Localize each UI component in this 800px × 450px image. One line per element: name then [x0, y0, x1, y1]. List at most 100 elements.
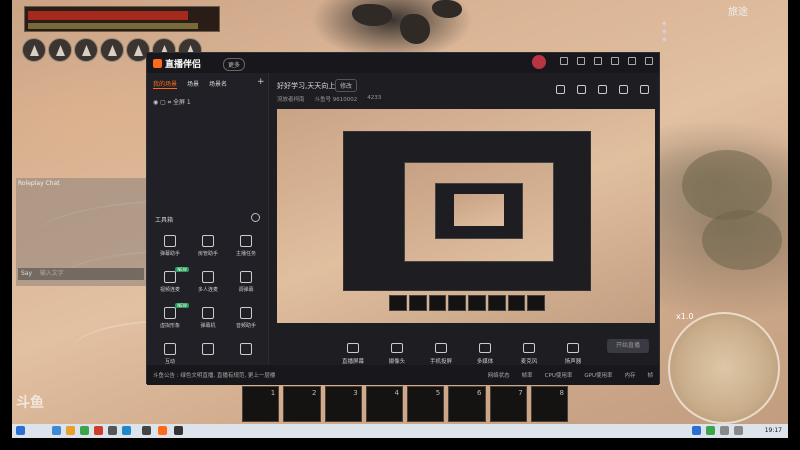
app-icon[interactable] [108, 426, 117, 435]
chat-placeholder: 输入文字 [39, 270, 64, 277]
helmet-icon[interactable] [74, 38, 98, 62]
close-icon[interactable] [645, 57, 653, 65]
scene-item[interactable]: ◉ ▢ ⌗ 全屏 1 [153, 97, 191, 107]
speaker-button[interactable]: 扬声器 [557, 343, 589, 365]
add-scene-icon[interactable]: + [257, 77, 265, 87]
tray-icon[interactable] [692, 426, 701, 435]
douyu-watermark: 斗鱼 [16, 395, 44, 411]
recursive-capture [454, 194, 504, 226]
volume-icon[interactable] [734, 426, 743, 435]
tool-item[interactable] [227, 343, 265, 365]
app-icon[interactable] [122, 426, 131, 435]
camera-button[interactable]: 摄像头 [381, 343, 413, 365]
roleplay-chat-panel[interactable]: Roleplay Chat Say 输入文字 [16, 178, 146, 286]
hotbar-slot[interactable]: 3 [324, 386, 362, 422]
tool-item[interactable]: 音频助手 [227, 307, 265, 329]
tool-item[interactable]: 弹幕机 [189, 307, 227, 329]
skill-icon[interactable] [100, 38, 124, 62]
gift-box-icon[interactable] [556, 85, 565, 94]
hotbar-slot[interactable]: 1 [242, 386, 280, 422]
danmaku-adjust-icon [240, 271, 252, 283]
lock-icon[interactable] [577, 85, 586, 94]
hotbar-slot[interactable]: 8 [530, 386, 568, 422]
clock[interactable]: 19:17 [765, 427, 782, 434]
task-icon [240, 235, 252, 247]
streaming-app-window[interactable]: 直播伴侣 更多 我的场景 场景 场景名 + ◉ ▢ ⌗ 全屏 1 工具箱 弹幕助… [146, 52, 660, 385]
app-icon[interactable] [94, 426, 103, 435]
interact-icon [164, 343, 176, 355]
maximize-icon[interactable] [628, 57, 636, 65]
tool-item[interactable]: 调弹幕 [227, 271, 265, 293]
screen-capture-button[interactable]: 直播屏幕 [337, 343, 369, 365]
tool-item[interactable]: NEW 虚拟形象 [151, 303, 189, 329]
tray-icon[interactable] [706, 426, 715, 435]
avatar[interactable] [532, 55, 546, 69]
gift-icon[interactable] [577, 57, 585, 65]
tool-item[interactable]: 互动 [151, 343, 189, 365]
network-icon[interactable] [720, 426, 729, 435]
notice-text[interactable]: 斗鱼公告 : 绿色文明直播, 直播有规范, 更上一层楼 [153, 371, 275, 379]
tool-item[interactable]: NEW 视频连麦 [151, 267, 189, 293]
chat-title: Roleplay Chat [18, 180, 60, 187]
stream-category[interactable]: 流放者柯南 [277, 95, 305, 103]
share-icon[interactable] [640, 85, 649, 94]
streaming-app-icon[interactable] [158, 426, 167, 435]
tools-toggle-icon[interactable] [251, 213, 260, 222]
tool-label: 音频助手 [235, 323, 256, 329]
game-icon[interactable] [174, 426, 183, 435]
tab-my-scene[interactable]: 我的场景 [153, 79, 178, 89]
phone-icon [435, 343, 447, 353]
armor-icon[interactable] [22, 38, 46, 62]
record-icon[interactable] [598, 85, 607, 94]
tool-item[interactable]: 弹幕助手 [151, 235, 189, 257]
media-button[interactable]: 多媒体 [469, 343, 501, 365]
browser-icon[interactable] [52, 426, 61, 435]
app-icon[interactable] [80, 426, 89, 435]
tool-item[interactable] [189, 343, 227, 365]
health-bar [28, 11, 188, 20]
chat-input[interactable]: Say 输入文字 [18, 268, 144, 280]
tool-item[interactable]: 房管助手 [189, 235, 227, 257]
app-more-tag[interactable]: 更多 [223, 58, 246, 71]
bell-icon[interactable] [619, 85, 628, 94]
avatar-tool-icon [164, 307, 176, 319]
tool-item[interactable]: 多人连麦 [189, 271, 227, 293]
hotbar-slot[interactable]: 4 [365, 386, 403, 422]
stream-heat: 4233 [367, 95, 382, 101]
taskbar: 19:17 [12, 424, 788, 438]
hotbar-slot[interactable]: 7 [489, 386, 527, 422]
stream-title: 好好学习,天天向上 [277, 82, 336, 90]
tool-label: 调弹幕 [238, 287, 254, 293]
stream-meta: 流放者柯南 斗鱼号 9610002 4233 [277, 95, 381, 103]
folder-icon[interactable] [66, 426, 75, 435]
stream-preview[interactable] [277, 109, 655, 323]
tab-scene-name[interactable]: 场景名 [209, 79, 227, 89]
tool-icon [202, 343, 214, 355]
message-icon[interactable] [560, 57, 568, 65]
danmaku-icon [164, 235, 176, 247]
minimize-icon[interactable] [611, 57, 619, 65]
app-titlebar[interactable]: 直播伴侣 更多 [147, 53, 659, 73]
edit-title-button[interactable]: 修改 [335, 79, 358, 92]
minimap[interactable] [668, 312, 780, 424]
menu-icon[interactable] [594, 57, 602, 65]
hotbar-slot[interactable]: 6 [448, 386, 486, 422]
app-icon[interactable] [142, 426, 151, 435]
stamina-bar [28, 23, 198, 29]
camera-icon [391, 343, 403, 353]
hotbar-slot[interactable]: 2 [283, 386, 321, 422]
rock [400, 14, 430, 44]
microphone-button[interactable]: 麦克风 [513, 343, 545, 365]
phone-cast-button[interactable]: 手机投屏 [425, 343, 457, 365]
stream-id: 斗鱼号 9610002 [314, 97, 358, 103]
compass-markers: ◆ ◆ ◆ [662, 20, 667, 43]
stat-cpu: CPU使用率 [544, 373, 573, 379]
chat-channel[interactable]: Say [21, 270, 32, 277]
tools-grid: 弹幕助手 房管助手 主播任务 NEW 视频连麦 多人连麦 调弹幕 NEW 虚拟形象 … [151, 235, 265, 365]
start-icon[interactable] [16, 426, 25, 435]
tab-scene[interactable]: 场景 [187, 79, 199, 89]
hotbar-slot[interactable]: 5 [407, 386, 445, 422]
tool-item[interactable]: 主播任务 [227, 235, 265, 257]
start-stream-button[interactable]: 开始直播 [607, 339, 649, 353]
boots-icon[interactable] [48, 38, 72, 62]
